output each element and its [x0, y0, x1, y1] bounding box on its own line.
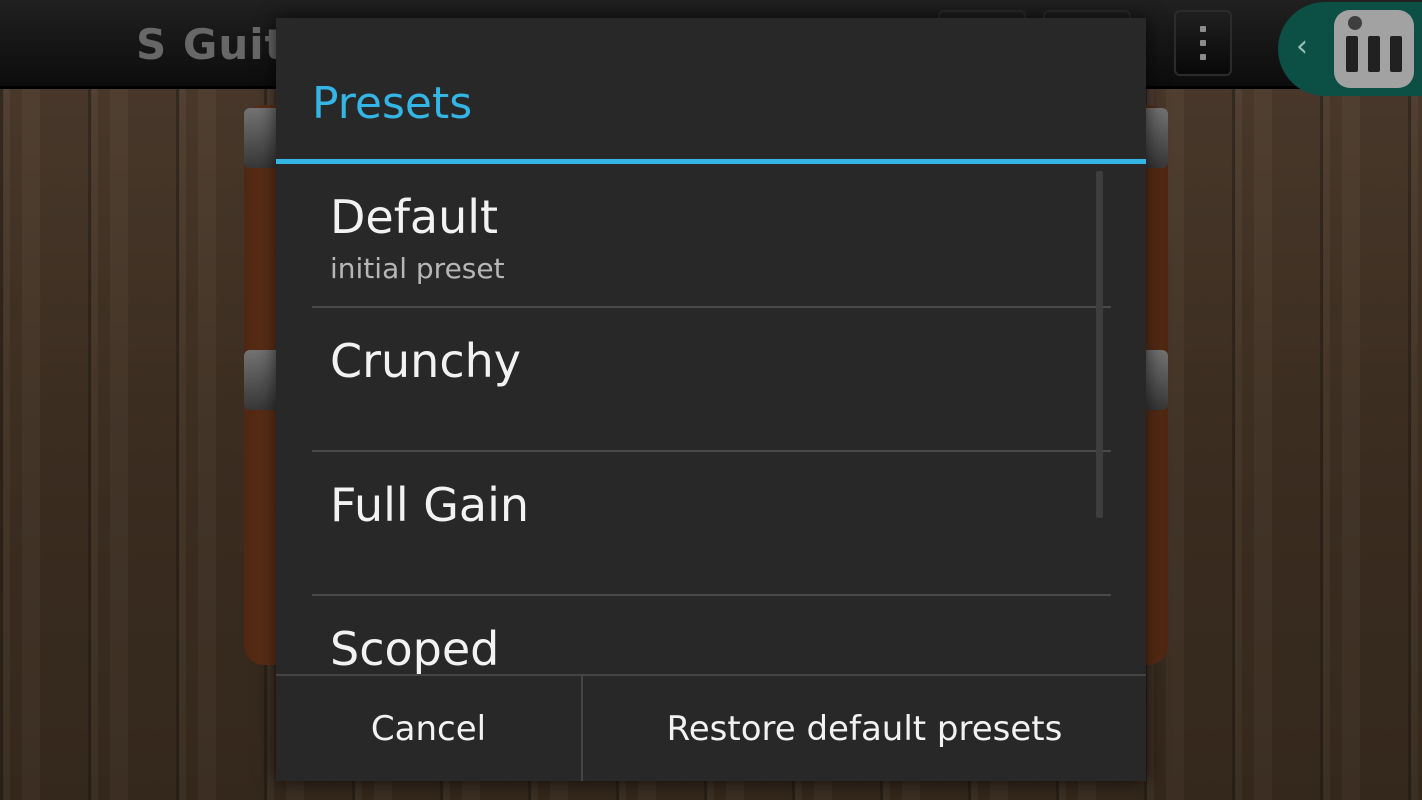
preset-item-full-gain[interactable]: Full Gain — [276, 452, 1146, 596]
dialog-title: Presets — [312, 78, 473, 129]
preset-name: Default — [330, 190, 499, 244]
presets-dialog: Presets Default initial preset Crunchy F… — [276, 18, 1146, 781]
restore-default-presets-button[interactable]: Restore default presets — [583, 676, 1146, 781]
cancel-button[interactable]: Cancel — [276, 676, 581, 781]
preset-list[interactable]: Default initial preset Crunchy Full Gain… — [276, 164, 1146, 674]
preset-subtitle: initial preset — [330, 252, 505, 285]
preset-name: Crunchy — [330, 334, 522, 388]
preset-name: Full Gain — [330, 478, 530, 532]
dialog-button-bar: Cancel Restore default presets — [276, 674, 1146, 781]
preset-item-default[interactable]: Default initial preset — [276, 164, 1146, 308]
preset-name: Scoped — [330, 622, 500, 674]
preset-item-crunchy[interactable]: Crunchy — [276, 308, 1146, 452]
preset-item-scoped[interactable]: Scoped — [276, 596, 1146, 674]
list-scrollbar[interactable] — [1096, 171, 1103, 518]
